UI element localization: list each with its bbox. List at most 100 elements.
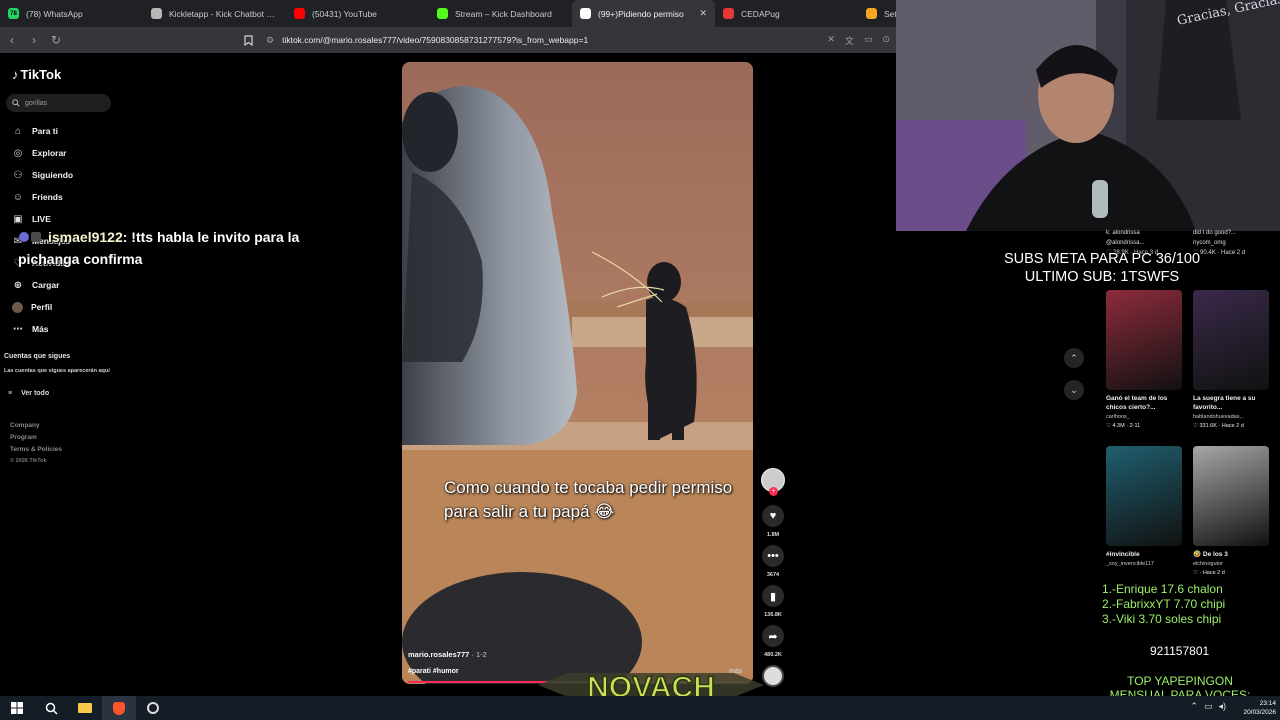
scroll-down-button[interactable]: ⌄ (1064, 380, 1084, 400)
footer-company[interactable]: Company (10, 422, 62, 429)
brave-browser-icon[interactable] (102, 696, 136, 720)
tiktok-logo[interactable]: ♪ TikTok (12, 67, 61, 82)
like-action[interactable]: ♥ 1.8M (762, 505, 784, 538)
tab-title: (78) WhatsApp (26, 8, 83, 19)
browser-tab[interactable]: CEDAPug (715, 0, 858, 27)
tiktok-icon (580, 8, 591, 19)
bookmark-icon[interactable] (238, 30, 258, 50)
reco-card[interactable]: Ganó el team de los chicos cierto?... car… (1106, 290, 1186, 429)
search-icon (12, 99, 20, 107)
network-icon[interactable]: ▭ (1204, 701, 1213, 712)
site-settings-icon[interactable]: ⚙ (266, 35, 274, 46)
browser-tab[interactable]: Setti (858, 0, 896, 27)
video-author[interactable]: mario.rosales777 · 1-2 (408, 650, 487, 659)
follow-plus-icon[interactable]: + (769, 487, 778, 496)
reco-top-right-title: did I do good?... (1193, 230, 1237, 236)
footer-terms[interactable]: Terms & Policies (10, 446, 62, 453)
reco-thumbnail[interactable] (1193, 290, 1269, 390)
copyright: © 2026 TikTok (10, 458, 47, 464)
clock-time: 23:14 (1259, 700, 1276, 707)
reco-thumbnail[interactable] (1106, 446, 1182, 546)
cast-icon[interactable]: ▭ (864, 34, 873, 47)
bookmark-icon[interactable]: ▮ (762, 585, 784, 607)
chat-message: ismael9122: !tts habla le invito para la… (18, 229, 300, 267)
obs-icon[interactable] (136, 696, 170, 720)
cedapug-icon (723, 8, 734, 19)
nav-item[interactable]: ⊕ Cargar (12, 274, 73, 296)
browser-toolbar: ‹ › ↻ ⚙ tiktok.com/@mario.rosales777/vid… (0, 27, 896, 53)
webcam-feed: Gracias, Gracias (896, 0, 1280, 231)
browser-tab[interactable]: Kickletapp - Kick Chatbot and (143, 0, 286, 27)
following-note: Las cuentas que sigues aparecerán aquí (4, 368, 110, 374)
tab-title: (50431) YouTube (312, 8, 377, 19)
video-frame (402, 62, 753, 684)
forward-button[interactable]: › (24, 30, 44, 50)
browser-tab[interactable]: (50431) YouTube (286, 0, 429, 27)
share-icon[interactable]: ➦ (762, 625, 784, 647)
profile-avatar (12, 301, 23, 313)
scroll-up-button[interactable]: ⌃ (1064, 348, 1084, 368)
back-button[interactable]: ‹ (2, 30, 22, 50)
file-explorer-icon[interactable] (68, 696, 102, 720)
windows-taskbar: ⌃ ▭ ◂) 23:14 20/03/2026 (0, 696, 1280, 720)
video-caption: Como cuando te tocaba pedir permiso para… (444, 478, 733, 521)
footer-program[interactable]: Program (10, 434, 62, 441)
youtube-icon (294, 8, 305, 19)
creator-avatar[interactable]: + (761, 468, 785, 496)
tab-close-icon[interactable]: ✕ (699, 8, 707, 19)
see-all-label: Ver todo (21, 390, 50, 397)
reco-author: carlhoos_ (1106, 414, 1130, 420)
reco-card[interactable]: 🤣 De los 3 elchinogutor ♡ · Hace 2 d (1193, 446, 1273, 576)
nav-item[interactable]: ⚇ Siguiendo (12, 164, 74, 186)
nav-item[interactable]: ☺ Friends (12, 186, 73, 208)
reload-button[interactable]: ↻ (46, 30, 66, 50)
chat-username: ismael9122 (48, 229, 123, 245)
comment-action[interactable]: ••• 3674 (762, 545, 784, 578)
heart-icon[interactable]: ♥ (762, 505, 784, 527)
address-bar[interactable]: ⚙ tiktok.com/@mario.rosales777/video/759… (266, 30, 827, 50)
mute-icon[interactable]: ✕ (827, 34, 835, 47)
volume-icon[interactable]: ◂) (1218, 701, 1226, 712)
reco-stats: ♡ 331.6K · Hace 2 d (1193, 423, 1244, 429)
reco-card[interactable]: #invincible _soy_invencible117 (1106, 446, 1186, 570)
toolbar-extensions: ✕ 文 ▭ ⊙ (827, 34, 896, 47)
nav-item[interactable]: ◎ Explorar (12, 142, 73, 164)
windows-start-icon[interactable] (0, 696, 34, 720)
nav-item[interactable]: ⋯ Más (12, 318, 73, 340)
share-action[interactable]: ➦ 480.2K (762, 625, 784, 658)
post-age: · 1-2 (471, 650, 487, 659)
reco-thumbnail[interactable] (1193, 446, 1269, 546)
reco-stats: ♡ 4.3M · 2-11 (1106, 423, 1141, 429)
nav-item-label: Para ti (32, 126, 58, 136)
reco-top-left-title: k: alondrissa (1106, 230, 1140, 236)
reco-card[interactable]: La suegra tiene a su favorito... hablando… (1193, 290, 1273, 429)
comment-icon[interactable]: ••• (762, 545, 784, 567)
last-sub-text: ULTIMO SUB: 1TSWFS (1024, 269, 1180, 285)
extensions-icon[interactable]: ⊙ (882, 34, 890, 47)
ranking-item: 2.-FabrixxYT 7.70 chipi (1102, 597, 1226, 611)
browser-tab[interactable]: 78 (78) WhatsApp (0, 0, 143, 27)
nav-item-label: Siguiendo (32, 170, 74, 180)
nav-item[interactable]: Perfil (12, 296, 73, 318)
search-icon[interactable] (34, 696, 68, 720)
video-hashtags[interactable]: #parati #humor (408, 668, 459, 675)
reco-desc: 🤣 De los 3 (1193, 551, 1228, 558)
system-tray: ⌃ ▭ ◂) (1190, 701, 1226, 712)
system-clock[interactable]: 23:14 20/03/2026 (1243, 699, 1276, 717)
video-progress-fill (408, 681, 548, 683)
translate-icon[interactable]: 文 (845, 34, 854, 47)
save-action[interactable]: ▮ 136.8K (762, 585, 784, 618)
tray-chevron-icon[interactable]: ⌃ (1190, 701, 1198, 712)
browser-tab[interactable]: (99+)Pidiendo permiso ✕ (572, 0, 715, 27)
browser-tab[interactable]: Stream – Kick Dashboard (429, 0, 572, 27)
see-all-link[interactable]: ≡ Ver todo (8, 390, 49, 397)
video-player[interactable]: Como cuando te tocaba pedir permiso para… (402, 62, 753, 684)
search-input[interactable]: gorillas (6, 94, 111, 112)
compass-icon: ◎ (13, 147, 23, 159)
author-name: mario.rosales777 (408, 650, 470, 659)
music-disc-icon[interactable] (762, 665, 784, 687)
comment-count: 3674 (766, 572, 780, 578)
reco-thumbnail[interactable] (1106, 290, 1182, 390)
tab-title: Kickletapp - Kick Chatbot and (169, 8, 278, 19)
nav-item[interactable]: ⌂ Para ti (12, 120, 73, 142)
